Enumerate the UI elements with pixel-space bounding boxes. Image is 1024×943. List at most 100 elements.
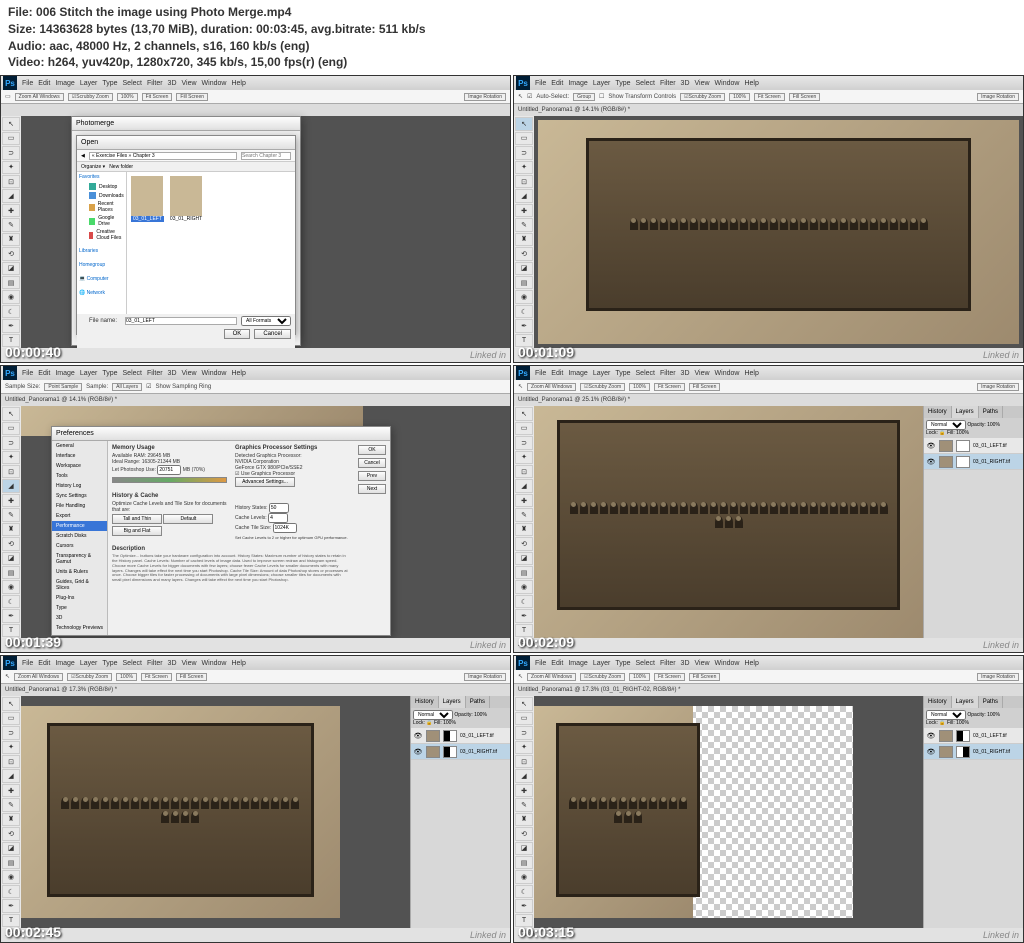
file-thumb-2[interactable]: 03_01_RIGHT [170,176,202,222]
brush-tool[interactable]: ✎ [2,218,20,231]
toolbar[interactable]: ↖▭⊃✦⊡◢✚✎♜⟲◪▤◉☾✒T [514,696,534,928]
ram-input[interactable] [157,465,181,475]
heal-tool[interactable]: ✚ [2,204,20,217]
fill-screen-button[interactable]: Fill Screen [176,93,208,101]
statusbar: 14.1%Linked in [514,348,1023,362]
zoom-all-button[interactable]: Zoom All Windows [15,93,64,101]
wand-tool[interactable]: ✦ [2,161,20,174]
menubar[interactable]: Ps FileEditImageLayerTypeSelectFilter3DV… [514,656,1023,670]
scrubby-zoom-check[interactable]: ☑ Scrubby Zoom [68,93,113,101]
options-bar[interactable]: ↖ Zoom All Windows ☑ Scrubby Zoom 100% F… [514,670,1023,684]
new-folder-button[interactable]: New folder [109,164,133,170]
prefs-nav[interactable]: GeneralInterfaceWorkspaceToolsHistory Lo… [52,441,108,635]
move-tool[interactable]: ↖ [2,117,20,130]
open-title: Open [77,136,295,150]
gradient-tool[interactable]: ▤ [2,276,20,289]
toolbar[interactable]: ↖▭⊃✦⊡◢✚✎♜⟲◪▤◉☾✒T [1,116,21,348]
options-bar[interactable]: ↖ Zoom All Windows ☑ Scrubby Zoom 100% F… [514,380,1023,394]
blend-select[interactable]: Normal [413,710,453,720]
crop-tool[interactable]: ⊡ [2,175,20,188]
toolbar[interactable]: ↖▭⊃✦⊡◢✚✎♜⟲◪▤◉☾✒T [1,406,21,638]
marquee-tool[interactable]: ▭ [2,132,20,145]
prefs-next-button[interactable]: Next [358,484,386,494]
cache-tile-input[interactable] [273,523,297,533]
dodge-tool[interactable]: ☾ [2,305,20,318]
blend-select[interactable]: Normal [926,710,966,720]
100pct-button[interactable]: 100% [729,93,750,101]
sb-recent[interactable]: Recent Places [77,200,126,214]
big-flat-button[interactable]: Big and Flat [112,526,162,536]
sb-desktop[interactable]: Desktop [77,182,126,191]
stamp-tool[interactable]: ♜ [2,233,20,246]
gpu-adv-button[interactable]: Advanced Settings... [235,477,295,487]
search-input[interactable] [241,152,291,160]
layer-1[interactable]: 👁03_01_LEFT.tif [924,438,1023,454]
toolbar[interactable]: ↖▭⊃✦⊡◢✚✎♜⟲◪▤◉☾✒T [1,696,21,928]
options-bar[interactable]: ↖ Zoom All Windows ☑ Scrubby Zoom 100% F… [1,670,510,684]
prefs-ok-button[interactable]: OK [358,445,386,455]
prefs-nav-performance[interactable]: Performance [52,521,107,531]
menubar[interactable]: Ps FileEditImageLayerTypeSelectFilter3DV… [514,366,1023,380]
history-brush-tool[interactable]: ⟲ [2,247,20,260]
fit-screen-button[interactable]: Fit Screen [142,93,173,101]
layer-1[interactable]: 👁03_01_LEFT.tif [924,728,1023,744]
pen-tool[interactable]: ✒ [2,319,20,332]
tab-bar[interactable]: Untitled_Panorama1 @ 25.1% (RGB/8#) * [514,394,1023,406]
lasso-tool[interactable]: ⊃ [2,146,20,159]
layer-2[interactable]: 👁03_01_RIGHT.tif [924,454,1023,470]
tall-thin-button[interactable]: Tall and Thin [112,514,162,524]
panel-tabs[interactable]: History Layers Paths [924,696,1023,708]
toolbar[interactable]: ↖▭⊃✦⊡◢✚✎♜⟲◪▤◉☾✒T [514,406,534,638]
left-half-photo [534,706,693,918]
frame-3: Ps FileEditImageLayerTypeSelectFilter3DV… [0,365,511,653]
open-cancel-button[interactable]: Cancel [254,329,291,339]
panel-tabs[interactable]: History Layers Paths [924,406,1023,418]
toolbar[interactable]: ↖▭⊃✦⊡◢✚✎♜⟲◪▤◉☾✒T [514,116,534,348]
visibility-icon[interactable]: 👁 [926,457,936,467]
statusbar: 17.3%Linked in [1,928,510,942]
layer-2[interactable]: 👁03_01_RIGHT.tif [411,744,510,760]
cache-levels-input[interactable] [268,513,288,523]
menubar[interactable]: Ps FileEditImageLayerTypeSelectFilter3DV… [514,76,1023,90]
nav-back-icon[interactable]: ◀ [81,153,85,159]
tab-bar[interactable]: Untitled_Panorama1 @ 14.1% (RGB/8#) * [1,394,510,406]
fit-screen-button[interactable]: Fit Screen [754,93,785,101]
panel-tabs[interactable]: History Layers Paths [411,696,510,708]
layer-1[interactable]: 👁03_01_LEFT.tif [411,728,510,744]
eyedropper-tool[interactable]: ◢ [2,189,20,202]
sb-gdrive[interactable]: Google Drive [77,214,126,228]
open-ok-button[interactable]: OK [224,329,251,339]
filename-input[interactable] [125,317,237,325]
organize-menu[interactable]: Organize ▾ [81,164,105,170]
default-button[interactable]: Default [163,514,213,524]
blend-select[interactable]: Normal [926,420,966,430]
tab-bar[interactable]: Untitled_Panorama1 @ 17.3% (RGB/8#) * [1,684,510,696]
ram-slider[interactable] [112,477,227,483]
file-thumb-1[interactable]: 03_01_LEFT [131,176,164,222]
filter-select[interactable]: All Formats [241,316,291,326]
prefs-cancel-button[interactable]: Cancel [358,458,386,468]
menubar[interactable]: Ps FileEditImageLayerTypeSelectFilter3DV… [1,366,510,380]
hist-states-input[interactable] [269,503,289,513]
sb-cloud[interactable]: Creative Cloud Files [77,228,126,242]
path-field[interactable]: « Exercise Files » Chapter 3 [89,152,237,160]
sb-downloads[interactable]: Downloads [77,191,126,200]
fill-screen-button[interactable]: Fill Screen [789,93,821,101]
prefs-prev-button[interactable]: Prev [358,471,386,481]
workspace: Preferences GeneralInterfaceWorkspaceToo… [21,406,510,638]
tab-bar[interactable]: Untitled_Panorama1 @ 17.3% (03_01_RIGHT-… [514,684,1023,696]
menubar[interactable]: Ps FileEditImageLayerTypeSelectFilter3DV… [1,656,510,670]
workspace [534,406,923,638]
scrubby-zoom-check[interactable]: ☑ Scrubby Zoom [680,93,725,101]
image-rotation-button[interactable]: Image Rotation [464,93,506,101]
options-bar[interactable]: Sample Size:Point Sample Sample:All Laye… [1,380,510,394]
tab-bar[interactable]: Untitled_Panorama1 @ 14.1% (RGB/8#) * [514,104,1023,116]
options-bar[interactable]: ↖ ☑Auto-Select: Group ☐Show Transform Co… [514,90,1023,104]
visibility-icon[interactable]: 👁 [926,441,936,451]
100pct-button[interactable]: 100% [117,93,138,101]
eraser-tool[interactable]: ◪ [2,262,20,275]
blur-tool[interactable]: ◉ [2,290,20,303]
layer-2[interactable]: 👁03_01_RIGHT.tif [924,744,1023,760]
options-bar[interactable]: ▭ Zoom All Windows ☑ Scrubby Zoom 100% F… [1,90,510,104]
menubar[interactable]: Ps FileEditImageLayerTypeSelectFilter3DV… [1,76,510,90]
